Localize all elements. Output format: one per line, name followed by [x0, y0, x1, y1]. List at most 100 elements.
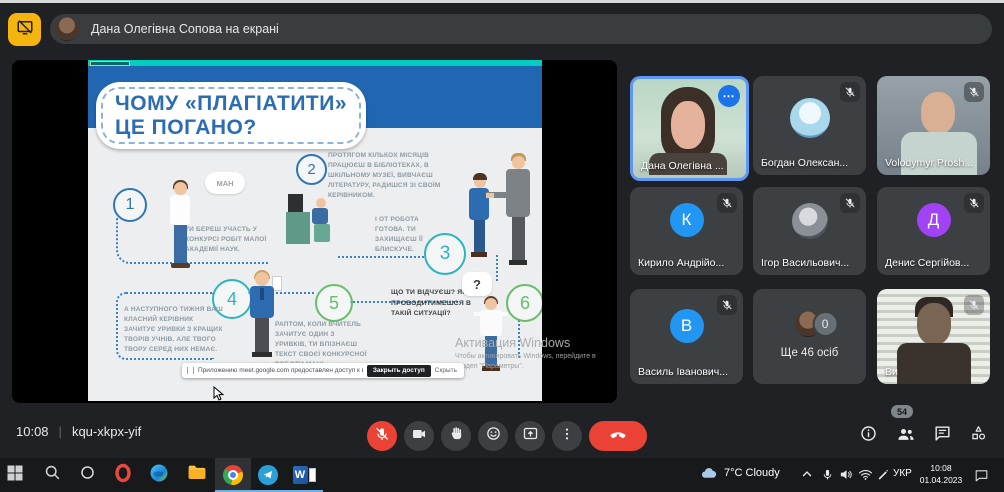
- end-call-button[interactable]: [589, 421, 647, 451]
- step-text-2: ПРОТЯГОМ КІЛЬКОХ МІСЯЦІВ ПРАЦЮЄШ В БІБЛІ…: [328, 151, 446, 201]
- activities-button[interactable]: [966, 424, 990, 448]
- participant-tile-vasyl[interactable]: В Василь Іванович...: [630, 289, 743, 384]
- participant-tile-volodymyr[interactable]: Volodymyr Prosh...: [877, 76, 990, 175]
- presentation-chip-button[interactable]: [8, 13, 41, 46]
- taskbar-edge-button[interactable]: [146, 462, 172, 488]
- hide-notice-button[interactable]: Скрыть: [435, 367, 459, 374]
- mic-toggle-button[interactable]: [367, 421, 397, 451]
- more-options-button[interactable]: [552, 421, 582, 451]
- stop-sharing-button[interactable]: Закрыть доступ: [367, 365, 431, 377]
- tray-network-icon[interactable]: [856, 465, 874, 483]
- illustration-boy-paper: [242, 270, 284, 370]
- participant-tile-denys[interactable]: Д Денис Сергійов...: [877, 187, 990, 275]
- raise-hand-button[interactable]: [441, 421, 471, 451]
- screen-share-off-icon: [16, 18, 34, 41]
- window-top-edge: [0, 0, 1004, 3]
- tray-pen-icon[interactable]: [874, 465, 892, 483]
- participant-name: Василь Іванович...: [638, 366, 728, 378]
- slide-title-bubble: ЧОМУ «ПЛАГІАТИТИ» ЦЕ ПОГАНО?: [96, 82, 366, 149]
- step-circle-5: 5: [315, 284, 353, 322]
- weather-cloud-icon: [700, 465, 718, 483]
- mic-off-icon: [717, 193, 737, 213]
- start-button[interactable]: [2, 462, 28, 488]
- phone-hangup-icon: [608, 424, 628, 449]
- camera-icon: [411, 426, 427, 447]
- overflow-count-label: Ще 46 осіб: [753, 347, 866, 359]
- action-center-icon[interactable]: [972, 466, 990, 484]
- folder-icon: [187, 463, 207, 488]
- avatar-letter: В: [670, 309, 704, 343]
- thought-bubble: МАН: [205, 172, 245, 194]
- taskbar-opera-button[interactable]: [110, 462, 136, 488]
- dotted-path: [338, 256, 424, 260]
- mic-off-icon: [717, 295, 737, 315]
- participant-name: Ви: [885, 366, 898, 378]
- taskbar-telegram-button[interactable]: [255, 462, 281, 488]
- taskbar-word-button[interactable]: W: [291, 462, 317, 488]
- avatar-letter: К: [670, 203, 704, 237]
- windows-logo-icon: [7, 465, 23, 486]
- info-icon: [859, 424, 878, 448]
- cortana-icon: [79, 464, 96, 486]
- taskbar-date: 01.04.2023: [916, 474, 966, 486]
- tray-volume-icon[interactable]: [837, 465, 855, 483]
- taskbar-search-button[interactable]: [39, 462, 65, 488]
- participant-tile-overflow[interactable]: 0 Ще 46 осіб: [753, 289, 866, 384]
- taskbar-explorer-button[interactable]: [184, 462, 210, 488]
- avatar: [792, 203, 828, 239]
- meeting-info: 10:08 | kqu-xkpx-yif: [16, 404, 141, 458]
- participant-name: Денис Сергійов...: [885, 257, 969, 269]
- share-notice-icon: [187, 367, 194, 374]
- illustration-handshake: [466, 148, 542, 268]
- mic-off-icon: [964, 82, 984, 102]
- word-icon: W: [293, 466, 316, 484]
- taskbar-clock[interactable]: 10:08 01.04.2023: [916, 462, 966, 487]
- reactions-button[interactable]: [478, 421, 508, 451]
- step-text-3: І ОТ РОБОТА ГОТОВА. ТИ ЗАХИЩАЄШ ЇЇ БЛИСК…: [375, 215, 447, 255]
- overflow-avatar-2: 0: [812, 311, 838, 337]
- step-text-1: ТИ БЕРЕШ УЧАСТЬ У КОНКУРСІ РОБІТ МАЛОЇ А…: [185, 225, 273, 255]
- tray-mic-icon[interactable]: [818, 465, 836, 483]
- taskbar-time: 10:08: [916, 462, 966, 474]
- camera-toggle-button[interactable]: [404, 421, 434, 451]
- step-circle-1: 1: [113, 188, 147, 222]
- meeting-details-button[interactable]: [856, 424, 880, 448]
- activities-icon: [969, 424, 988, 448]
- meeting-code: kqu-xkpx-yif: [72, 424, 141, 439]
- weather-text[interactable]: 7°C Cloudy: [724, 467, 780, 479]
- edge-icon: [149, 463, 169, 488]
- step-circle-6: 6: [506, 284, 542, 322]
- tray-expand-chevron[interactable]: [798, 465, 816, 483]
- mouse-cursor: [213, 386, 224, 406]
- windows-activation-watermark: Активация Windows Чтобы активировать Win…: [455, 336, 615, 372]
- participant-name: Volodymyr Prosh...: [885, 157, 973, 169]
- participant-tile-bohdan[interactable]: Богдан Олексан...: [753, 76, 866, 175]
- participant-tile-dana[interactable]: ⋯ Дана Олегівна ...: [630, 76, 749, 181]
- present-icon: [522, 425, 539, 447]
- search-icon: [44, 464, 61, 486]
- presenter-avatar: [55, 17, 79, 41]
- emoji-icon: [485, 425, 502, 447]
- present-screen-button[interactable]: [515, 421, 545, 451]
- separator: |: [59, 424, 62, 439]
- step-circle-2: 2: [296, 154, 327, 185]
- participant-tile-self[interactable]: Ви: [877, 289, 990, 384]
- question-bubble: ?: [462, 272, 492, 296]
- participant-tile-ihor[interactable]: Ігор Васильович...: [753, 187, 866, 275]
- screen-share-notice: Приложению meet.google.com предоставлен …: [182, 363, 464, 378]
- participant-tile-kyrylo[interactable]: К Кирило Андрійо...: [630, 187, 743, 275]
- opera-icon: [113, 463, 133, 488]
- slide-title-line1: ЧОМУ «ПЛАГІАТИТИ»: [115, 92, 347, 116]
- hand-icon: [449, 426, 464, 446]
- language-indicator[interactable]: УКР: [893, 468, 912, 479]
- participant-name: Ігор Васильович...: [761, 257, 849, 269]
- tile-menu-button[interactable]: ⋯: [718, 85, 740, 107]
- mic-off-icon: [840, 193, 860, 213]
- mic-off-icon: [374, 426, 390, 447]
- taskbar-chrome-button[interactable]: [220, 462, 246, 488]
- chat-button[interactable]: [930, 424, 954, 448]
- shared-screen-stage: ЧОМУ «ПЛАГІАТИТИ» ЦЕ ПОГАНО? 1 2 3 4 5 6…: [12, 60, 617, 403]
- watermark-line2: Чтобы активировать Windows, перейдите в …: [455, 352, 615, 372]
- cortana-button[interactable]: [74, 462, 100, 488]
- show-participants-button[interactable]: [894, 424, 918, 448]
